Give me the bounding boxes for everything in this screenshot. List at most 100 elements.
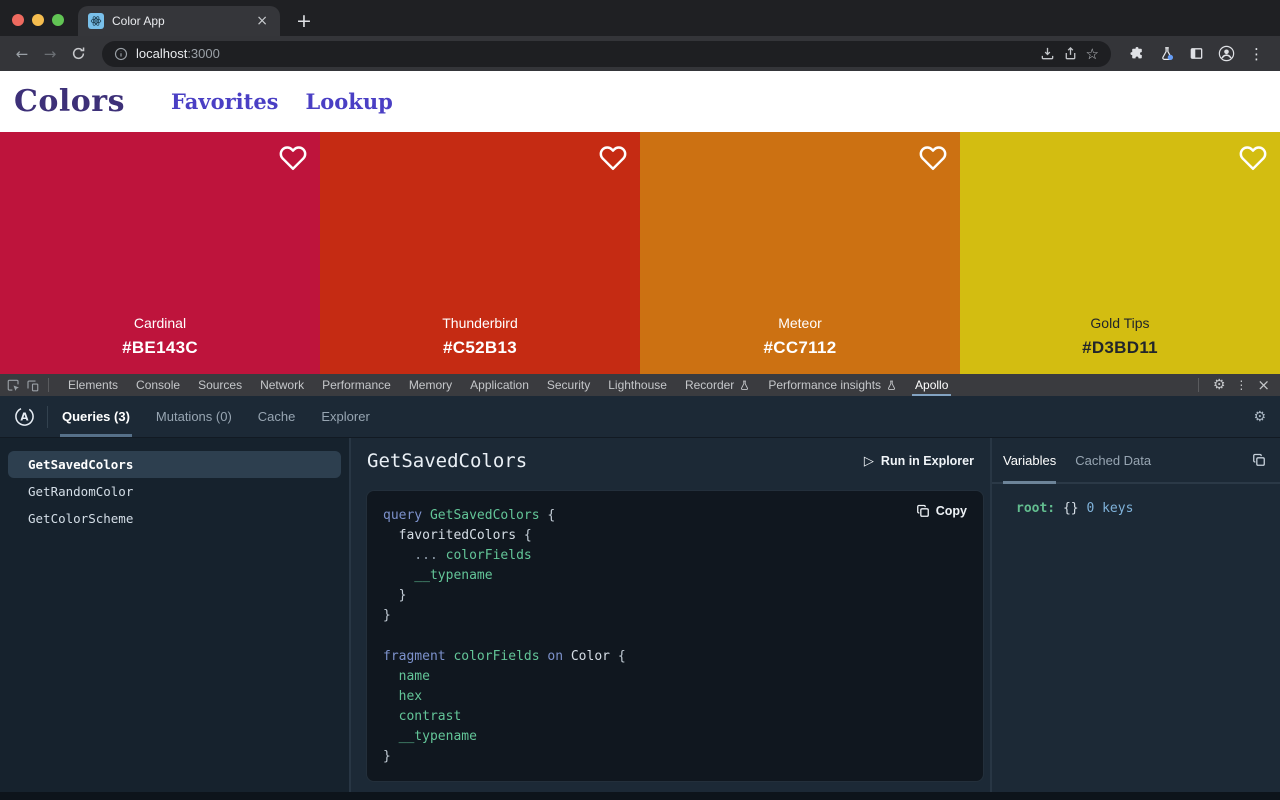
run-in-explorer-button[interactable]: ▷ Run in Explorer <box>864 454 974 469</box>
color-name: Gold Tips <box>1090 315 1149 331</box>
devtools-tab-memory[interactable]: Memory <box>400 374 461 396</box>
devtools-tab-apollo[interactable]: Apollo <box>906 374 957 396</box>
devtools-tab-label: Performance <box>322 378 391 392</box>
react-atom-favicon-icon <box>88 13 104 29</box>
favorite-heart-icon[interactable] <box>919 144 947 172</box>
flask-preview-icon <box>886 380 897 391</box>
devtools-tab-label: Performance insights <box>768 378 881 392</box>
browser-tab[interactable]: Color App × <box>78 6 280 36</box>
devtools-tab-network[interactable]: Network <box>251 374 313 396</box>
tab-close-icon[interactable]: × <box>254 14 270 28</box>
code-line: } <box>383 586 967 606</box>
apollo-tabs: Queries (3) Mutations (0) Cache Explorer <box>62 396 370 437</box>
window-bottom-edge <box>0 792 1280 800</box>
variables-panel: Variables Cached Data root: {} 0 keys <box>990 438 1280 792</box>
code-line: __typename <box>383 566 967 586</box>
app-logo[interactable]: Colors <box>14 84 125 119</box>
copy-variables-icon[interactable] <box>1252 453 1266 467</box>
devtools-tab-label: Lighthouse <box>608 378 667 392</box>
devtools-close-icon[interactable]: × <box>1257 376 1270 394</box>
code-line <box>383 627 967 647</box>
favorite-heart-icon[interactable] <box>1239 144 1267 172</box>
devtools-tab-lighthouse[interactable]: Lighthouse <box>599 374 676 396</box>
devtools-tab-bar: Elements Console Sources Network Performance… <box>0 374 1280 396</box>
url-text: localhost:3000 <box>136 46 220 61</box>
devtools-tab-elements[interactable]: Elements <box>59 374 127 396</box>
devtools-tab-recorder[interactable]: Recorder <box>676 374 759 396</box>
macos-traffic-lights <box>12 14 64 26</box>
query-list-item[interactable]: GetSavedColors <box>8 451 341 478</box>
device-toolbar-icon[interactable] <box>25 378 40 393</box>
color-name: Cardinal <box>134 315 186 331</box>
devtools-tab-label: Application <box>470 378 529 392</box>
code-line: ... colorFields <box>383 546 967 566</box>
apollo-logo-icon: A <box>14 406 35 427</box>
color-card: Thunderbird#C52B13 <box>320 132 640 374</box>
inspect-element-icon[interactable] <box>6 378 21 393</box>
back-icon[interactable]: ← <box>10 45 34 63</box>
color-card: Gold Tips #D3BD11 <box>960 132 1280 374</box>
download-icon[interactable] <box>1040 46 1055 61</box>
forward-icon[interactable]: → <box>38 45 62 63</box>
query-detail-panel: GetSavedColors ▷ Run in Explorer Copy <box>351 438 990 792</box>
minimize-window-button[interactable] <box>32 14 44 26</box>
profile-avatar-icon[interactable] <box>1218 45 1235 62</box>
color-swatch-row: Cardinal#BE143CThunderbird#C52B13Meteor#… <box>0 132 1280 374</box>
svg-text:A: A <box>20 411 29 423</box>
devtools-tab-console[interactable]: Console <box>127 374 189 396</box>
apollo-tab-queries-3[interactable]: Queries (3) <box>62 396 130 437</box>
browser-menu-kebab-icon[interactable]: ⋮ <box>1249 45 1264 63</box>
devtools-tab-label: Security <box>547 378 590 392</box>
devtools-tab-security[interactable]: Security <box>538 374 599 396</box>
devtools-tab-label: Sources <box>198 378 242 392</box>
site-info-icon[interactable] <box>114 47 128 61</box>
play-outline-icon: ▷ <box>864 454 874 469</box>
right-tab-cached-data[interactable]: Cached Data <box>1075 438 1151 482</box>
favorite-heart-icon[interactable] <box>279 144 307 172</box>
devtools-tab-performance[interactable]: Performance <box>313 374 400 396</box>
devtools-tab-sources[interactable]: Sources <box>189 374 251 396</box>
right-tab-variables[interactable]: Variables <box>1003 438 1056 482</box>
devtools-tab-performance-insights[interactable]: Performance insights <box>759 374 906 396</box>
color-card: Meteor#CC7112 <box>640 132 960 374</box>
reload-icon[interactable] <box>66 46 90 61</box>
nav-link-lookup[interactable]: Lookup <box>306 89 393 114</box>
apollo-tab-explorer[interactable]: Explorer <box>321 396 369 437</box>
query-list-item[interactable]: GetRandomColor <box>8 478 341 505</box>
favorite-heart-icon[interactable] <box>599 144 627 172</box>
browser-tab-strip: Color App × + <box>0 0 1280 36</box>
devtools-tab-label: Network <box>260 378 304 392</box>
share-icon[interactable] <box>1063 46 1078 61</box>
devtools-menu-kebab-icon[interactable]: ⋮ <box>1235 378 1247 392</box>
query-list-sidebar: GetSavedColorsGetRandomColorGetColorSche… <box>0 438 351 792</box>
copy-icon <box>916 504 930 518</box>
color-hex: #C52B13 <box>443 338 517 358</box>
apollo-tab-mutations-0[interactable]: Mutations (0) <box>156 396 232 437</box>
variables-tabs: Variables Cached Data <box>992 438 1280 484</box>
code-line: } <box>383 747 967 767</box>
side-panel-icon[interactable] <box>1189 46 1204 61</box>
close-window-button[interactable] <box>12 14 24 26</box>
bookmark-star-icon[interactable]: ☆ <box>1086 45 1099 63</box>
code-line: } <box>383 606 967 626</box>
code-line: contrast <box>383 707 967 727</box>
query-list-item[interactable]: GetColorScheme <box>8 505 341 532</box>
devtools-tab-label: Console <box>136 378 180 392</box>
variables-root-row[interactable]: root: {} 0 keys <box>992 484 1280 516</box>
devtools-tab-label: Recorder <box>685 378 734 392</box>
new-tab-button[interactable]: + <box>296 10 312 32</box>
apollo-tab-cache[interactable]: Cache <box>258 396 296 437</box>
address-bar[interactable]: localhost:3000 ☆ <box>102 41 1111 67</box>
beaker-extension-icon[interactable] <box>1159 46 1175 62</box>
devtools-tab-label: Memory <box>409 378 452 392</box>
devtools-tab-application[interactable]: Application <box>461 374 538 396</box>
graphql-query-code: query GetSavedColors { favoritedColors {… <box>383 506 967 767</box>
code-line: hex <box>383 687 967 707</box>
color-hex: #D3BD11 <box>1082 338 1158 358</box>
zoom-window-button[interactable] <box>52 14 64 26</box>
apollo-settings-gear-icon[interactable]: ⚙ <box>1253 410 1266 424</box>
copy-query-button[interactable]: Copy <box>916 504 967 518</box>
devtools-settings-gear-icon[interactable]: ⚙ <box>1213 378 1226 392</box>
extensions-puzzle-icon[interactable] <box>1129 46 1145 62</box>
nav-link-favorites[interactable]: Favorites <box>171 89 279 114</box>
